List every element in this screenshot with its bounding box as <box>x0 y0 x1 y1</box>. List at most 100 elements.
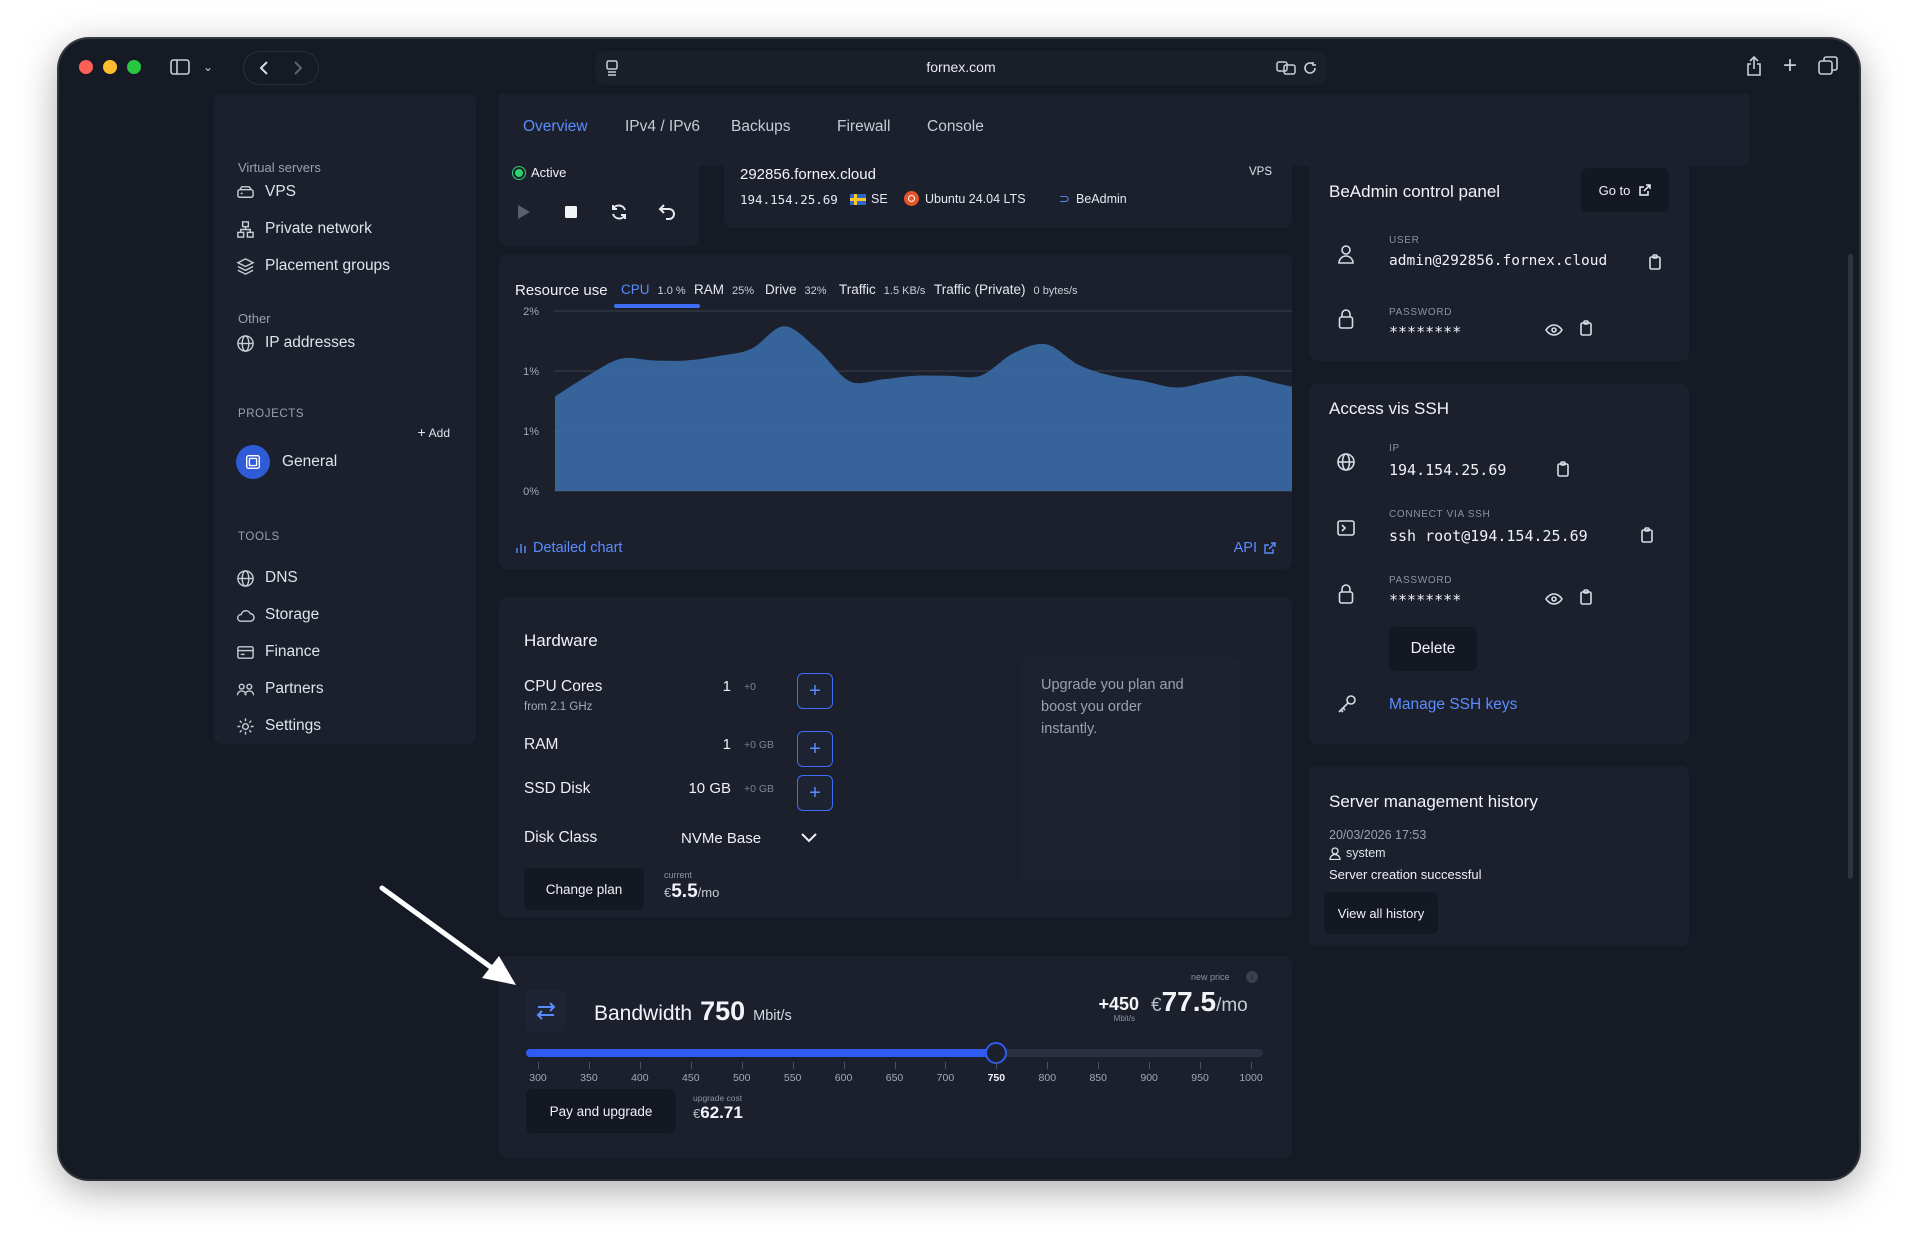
cpu-chart[interactable]: 2% 1% 1% 0% <box>499 254 1292 554</box>
sidebar-item-label: Finance <box>265 643 321 660</box>
copy-icon[interactable] <box>1579 589 1593 605</box>
globe-icon <box>1337 453 1355 471</box>
plus-icon: + <box>809 679 821 702</box>
chevron-down-icon[interactable]: ⌄ <box>201 59 215 75</box>
add-ram-button[interactable]: + <box>797 731 833 767</box>
page-scrollbar[interactable] <box>1848 254 1853 879</box>
view-all-history-button[interactable]: View all history <box>1324 892 1438 934</box>
upgrade-cost-value: 62.71 <box>700 1103 743 1122</box>
slider-tick-mark <box>894 1062 896 1069</box>
reinstall-button[interactable] <box>647 192 687 232</box>
tab-overview-icon[interactable] <box>1817 55 1839 77</box>
ubuntu-icon <box>904 191 919 206</box>
history-event: Server creation successful <box>1329 867 1482 882</box>
pay-and-upgrade-button[interactable]: Pay and upgrade <box>526 1089 676 1133</box>
ssh-connect-command: ssh root@194.154.25.69 <box>1389 527 1588 545</box>
info-icon[interactable]: i <box>1246 971 1258 983</box>
server-country: SE <box>871 192 888 206</box>
bandwidth-value: 750 <box>700 996 746 1026</box>
chart-y-tick-label: 0% <box>523 486 539 498</box>
chart-y-tick-label: 1% <box>523 366 539 378</box>
sidebar-item-project-general[interactable]: General <box>236 445 337 479</box>
tab-firewall[interactable]: Firewall <box>837 118 890 136</box>
sidebar-toggle-icon[interactable] <box>169 57 191 77</box>
ssh-panel: Access vis SSH IP 194.154.25.69 CONNECT … <box>1309 384 1689 744</box>
copy-icon[interactable] <box>1648 254 1662 270</box>
slider-tick-label: 550 <box>783 1072 802 1084</box>
new-tab-icon[interactable]: + <box>1779 54 1801 78</box>
tab-ip[interactable]: IPv4 / IPv6 <box>625 118 700 136</box>
add-cpu-button[interactable]: + <box>797 673 833 709</box>
current-price-value: 5.5 <box>671 881 698 902</box>
api-label: API <box>1233 540 1257 556</box>
add-project-button[interactable]: + Add <box>417 424 450 440</box>
close-window-button[interactable] <box>79 60 93 74</box>
bandwidth-slider-fill <box>526 1049 997 1057</box>
resource-use-panel: Resource use CPU 1.0 % RAM 25% Drive 32%… <box>499 254 1292 569</box>
beadmin-user: admin@292856.fornex.cloud <box>1389 253 1608 269</box>
sidebar-item-ip-addresses[interactable]: IP addresses <box>236 332 355 354</box>
copy-icon[interactable] <box>1556 461 1570 477</box>
upgrade-cost-currency: € <box>693 1106 701 1121</box>
disk-class-select[interactable]: NVMe Base <box>669 819 829 857</box>
start-button[interactable] <box>503 192 543 232</box>
cpu-cores-value: 1 <box>722 678 731 695</box>
sidebar-item-partners[interactable]: Partners <box>236 678 324 700</box>
bar-chart-icon <box>516 544 526 553</box>
slider-tick-label: 700 <box>936 1072 955 1084</box>
server-hostname[interactable]: 292856.fornex.cloud <box>740 166 876 183</box>
reload-icon[interactable] <box>1301 59 1319 77</box>
add-disk-button[interactable]: + <box>797 775 833 811</box>
url-bar[interactable]: fornex.com <box>595 51 1327 85</box>
bandwidth-slider-handle[interactable] <box>985 1042 1008 1064</box>
upgrade-note: Upgrade you plan and boost you order ins… <box>1041 677 1184 737</box>
copy-icon[interactable] <box>1579 320 1593 336</box>
sidebar-item-finance[interactable]: Finance <box>236 641 320 663</box>
eye-icon[interactable] <box>1545 593 1563 605</box>
api-link[interactable]: API <box>1234 540 1276 556</box>
share-icon[interactable] <box>1743 55 1765 77</box>
slider-tick-mark <box>1251 1062 1252 1069</box>
stop-button[interactable] <box>551 192 591 232</box>
detailed-chart-label: Detailed chart <box>533 540 623 556</box>
goto-label: Go to <box>1598 182 1631 198</box>
detailed-chart-link[interactable]: Detailed chart <box>515 540 622 556</box>
forward-icon[interactable] <box>288 58 308 78</box>
chart-y-tick-label: 2% <box>523 306 539 318</box>
sidebar-item-dns[interactable]: DNS <box>236 567 298 589</box>
sidebar-item-private-network[interactable]: Private network <box>236 218 372 240</box>
ssh-connect-label: CONNECT VIA SSH <box>1389 509 1491 520</box>
user-icon <box>1338 245 1354 264</box>
bandwidth-slider-track[interactable] <box>526 1042 1263 1064</box>
copy-icon[interactable] <box>1640 527 1654 543</box>
bandwidth-delta-unit: Mbit/s <box>1113 1014 1135 1023</box>
hardware-title: Hardware <box>524 631 598 650</box>
restart-button[interactable] <box>599 192 639 232</box>
back-icon[interactable] <box>254 58 274 78</box>
tab-backups[interactable]: Backups <box>731 118 790 136</box>
disk-class-value: NVMe Base <box>681 829 762 847</box>
slider-tick-label: 1000 <box>1239 1072 1263 1084</box>
users-icon <box>236 683 255 695</box>
bandwidth-heading: Bandwidth 750 Mbit/s <box>594 996 792 1027</box>
sidebar-item-vps[interactable]: VPS <box>236 181 296 203</box>
sidebar-item-storage[interactable]: Storage <box>236 604 319 626</box>
manage-ssh-keys-link[interactable]: Manage SSH keys <box>1389 696 1517 714</box>
change-plan-button[interactable]: Change plan <box>524 868 644 910</box>
tab-overview[interactable]: Overview <box>523 118 588 136</box>
delete-password-button[interactable]: Delete <box>1389 627 1477 671</box>
projects-heading: PROJECTS <box>238 408 305 420</box>
new-price-label: new price <box>1191 972 1230 982</box>
eye-icon[interactable] <box>1545 324 1563 336</box>
minimize-window-button[interactable] <box>103 60 117 74</box>
sidebar-item-placement-groups[interactable]: Placement groups <box>236 255 390 277</box>
tab-console[interactable]: Console <box>927 118 984 136</box>
current-price: € 5.5 /mo <box>664 881 719 903</box>
server-type-badge: VPS <box>1248 166 1272 178</box>
goto-beadmin-button[interactable]: Go to <box>1581 168 1669 212</box>
history-actor: system <box>1329 846 1386 860</box>
maximize-window-button[interactable] <box>127 60 141 74</box>
undo-icon <box>658 204 675 220</box>
translate-icon[interactable] <box>1275 59 1297 77</box>
sidebar-item-settings[interactable]: Settings <box>236 715 321 737</box>
